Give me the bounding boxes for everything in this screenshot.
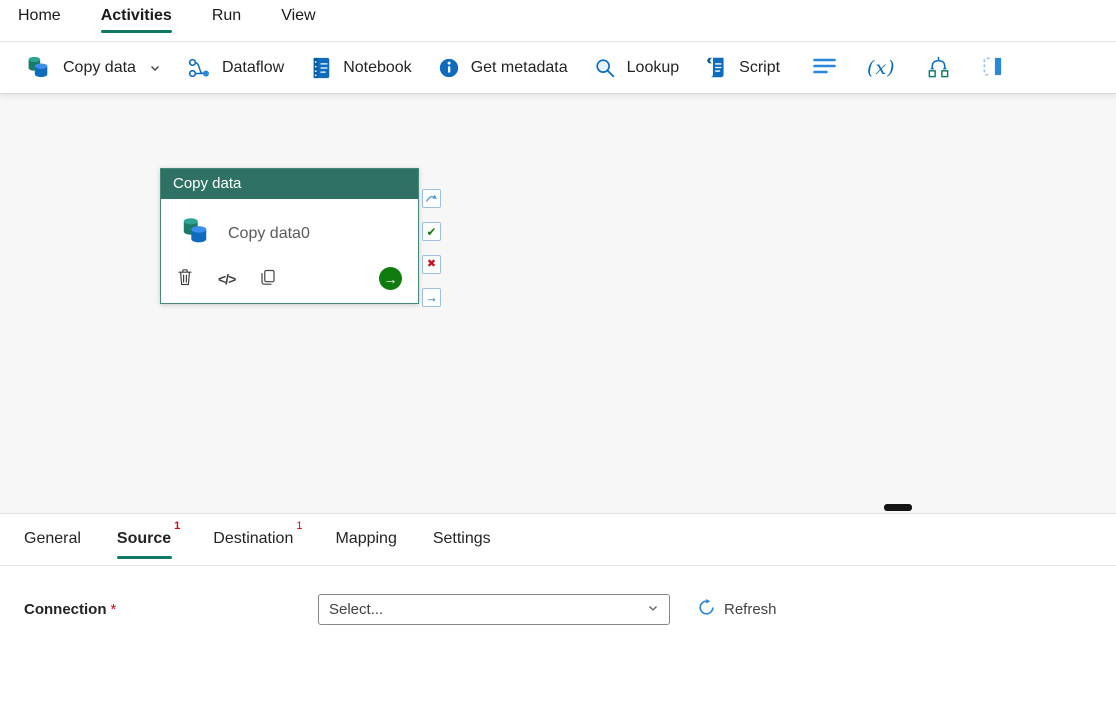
refresh-label: Refresh [724,601,777,618]
toolbar-lines-button[interactable] [801,48,848,87]
trash-icon [177,268,193,289]
toolbar-set-variable-button[interactable]: (x) [856,49,907,87]
tab-destination[interactable]: Destination1 [213,514,302,565]
toolbar-script-button[interactable]: Script [692,48,793,87]
required-asterisk: * [110,601,117,618]
info-icon [438,57,460,79]
code-icon: </> [218,270,236,287]
canvas-hscrollbar-thumb[interactable] [884,504,912,511]
copy-data-icon [177,216,212,251]
select-value: Select... [329,601,384,618]
dataflow-icon [187,56,211,80]
connection-row: Connection * Select... Refresh [0,566,1116,625]
properties-tabs: General Source1 Destination1 Mapping Set… [0,514,1116,566]
panel-tab-label: Source [116,530,172,547]
panel-tab-label: Destination [213,530,294,547]
tab-view[interactable]: View [281,0,315,34]
tab-settings[interactable]: Settings [433,514,494,565]
on-success-port[interactable]: ✔ [422,222,441,241]
copy-data-icon [23,55,52,80]
tab-run[interactable]: Run [212,0,241,34]
panel-tab-label: Mapping [335,530,397,547]
pipeline-canvas[interactable]: Copy data Copy data0 </> → ✔ ✖ → [0,94,1116,513]
toolbar-notebook-button[interactable]: Notebook [297,48,425,88]
activity-card-header: Copy data [161,169,418,199]
curved-arrow-icon [425,192,438,206]
properties-panel: General Source1 Destination1 Mapping Set… [0,513,1116,625]
connection-select[interactable]: Select... [318,594,670,625]
frame-icon [981,55,1004,81]
toolbar-item-label: Dataflow [221,58,285,76]
toolbar-copy-data-button[interactable]: Copy data [10,47,174,88]
toolbar-more-activities-button[interactable] [970,47,1015,89]
tab-home[interactable]: Home [18,0,61,34]
notebook-icon [310,56,332,80]
ribbon-tabs: Home Activities Run View [0,0,1116,34]
toolbar-item-label: Lookup [626,58,680,76]
connection-label: Connection * [24,601,117,618]
toolbar-switch-button[interactable] [915,46,962,90]
lookup-icon [594,57,616,79]
toolbar-item-label: Copy data [63,58,136,76]
delete-activity-button[interactable] [177,268,193,289]
arrow-right-icon: → [425,290,438,305]
cross-icon: ✖ [426,258,437,270]
tab-activities[interactable]: Activities [100,0,172,34]
validation-badge: 1 [296,520,303,532]
toolbar-dataflow-button[interactable]: Dataflow [174,48,297,88]
on-completion-port[interactable]: → [422,288,441,307]
arrow-right-icon: → [383,270,398,287]
toolbar-lookup-button[interactable]: Lookup [581,49,693,87]
panel-tab-label: General [24,530,81,547]
toolbar-item-label: Get metadata [470,58,568,76]
activity-name: Copy data0 [228,224,310,242]
on-fail-port[interactable]: ✖ [422,255,441,274]
switch-icon [926,54,951,82]
chevron-down-icon [647,601,659,618]
on-skip-port[interactable] [422,189,441,208]
activity-card-body: Copy data0 [161,199,418,261]
activities-toolbar: Copy data Dataflow Notebook Get metadata… [0,41,1116,94]
toolbar-item-label: Script [739,58,781,76]
activity-card-toolbar: </> → [161,261,418,303]
tab-mapping[interactable]: Mapping [335,514,399,565]
view-code-button[interactable]: </> [218,270,236,287]
check-icon: ✔ [426,224,437,239]
lines-icon [812,56,837,79]
refresh-icon [698,599,715,620]
run-activity-button[interactable]: → [379,267,402,290]
tab-general[interactable]: General [24,514,84,565]
toolbar-get-metadata-button[interactable]: Get metadata [425,49,581,87]
validation-badge: 1 [174,520,181,532]
toolbar-item-label: Notebook [343,58,412,76]
tab-source[interactable]: Source1 [116,514,181,565]
chevron-down-icon [149,62,161,74]
refresh-button[interactable]: Refresh [698,599,777,620]
copy-data-activity-card[interactable]: Copy data Copy data0 </> → [160,168,419,304]
copy-icon [260,269,276,289]
panel-tab-label: Settings [432,530,491,547]
activity-output-ports: ✔ ✖ → [422,189,441,307]
script-icon [705,56,728,79]
set-variable-icon: (x) [867,56,896,79]
duplicate-activity-button[interactable] [260,269,276,289]
